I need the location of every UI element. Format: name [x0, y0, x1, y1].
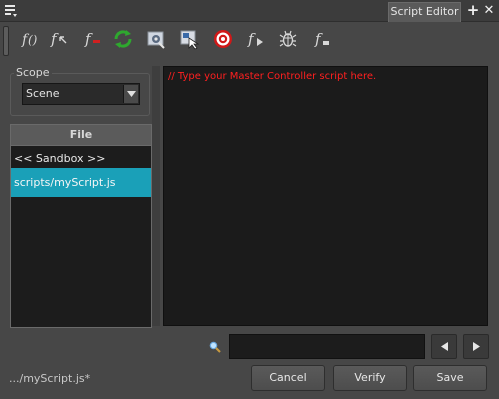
- target-picker-icon[interactable]: [178, 27, 202, 51]
- svg-text:f: f: [314, 30, 323, 48]
- panel-menu-icon[interactable]: [4, 3, 18, 17]
- svg-text:(): (): [28, 33, 38, 47]
- svg-text:f: f: [84, 30, 93, 48]
- svg-text:f: f: [50, 30, 59, 48]
- script-editor-area[interactable]: // Type your Master Controller script he…: [163, 66, 488, 326]
- svg-text:f: f: [247, 30, 256, 48]
- scope-label: Scope: [14, 66, 52, 79]
- function-import-icon[interactable]: f: [47, 27, 71, 51]
- close-icon[interactable]: ✕: [482, 4, 496, 18]
- settings-icon[interactable]: [144, 27, 168, 51]
- script-function-icon[interactable]: f(): [17, 27, 41, 51]
- chevron-down-icon[interactable]: [123, 85, 138, 103]
- plus-icon[interactable]: +: [466, 3, 480, 18]
- list-item-sandbox[interactable]: << Sandbox >>: [11, 148, 151, 170]
- function-new-icon[interactable]: f: [310, 27, 334, 51]
- chevron-left-icon: [440, 342, 448, 351]
- function-run-icon[interactable]: f: [244, 27, 268, 51]
- search-icon: [209, 341, 221, 353]
- search-input[interactable]: [229, 334, 425, 359]
- target-icon[interactable]: [211, 27, 235, 51]
- save-button[interactable]: Save: [413, 365, 487, 391]
- refresh-icon[interactable]: [111, 27, 135, 51]
- function-delete-icon[interactable]: f: [80, 27, 104, 51]
- debug-bug-icon[interactable]: [276, 27, 300, 51]
- file-column-header[interactable]: File: [11, 125, 151, 146]
- file-list: File << Sandbox >> scripts/myScript.js: [10, 124, 152, 328]
- splitter-handle[interactable]: [152, 66, 160, 326]
- list-item-myscript[interactable]: scripts/myScript.js: [11, 168, 151, 197]
- current-file-status: .../myScript.js*: [9, 372, 91, 385]
- scope-value: Scene: [26, 87, 60, 100]
- tab-script-editor[interactable]: Script Editor: [388, 2, 461, 22]
- editor-placeholder-comment: // Type your Master Controller script he…: [168, 71, 377, 82]
- cancel-button[interactable]: Cancel: [251, 365, 325, 391]
- scope-select[interactable]: Scene: [22, 83, 140, 105]
- toolbar-grip[interactable]: [3, 26, 9, 56]
- verify-button[interactable]: Verify: [333, 365, 407, 391]
- chevron-right-icon: [472, 342, 480, 351]
- search-previous-button[interactable]: [431, 334, 457, 359]
- search-next-button[interactable]: [463, 334, 489, 359]
